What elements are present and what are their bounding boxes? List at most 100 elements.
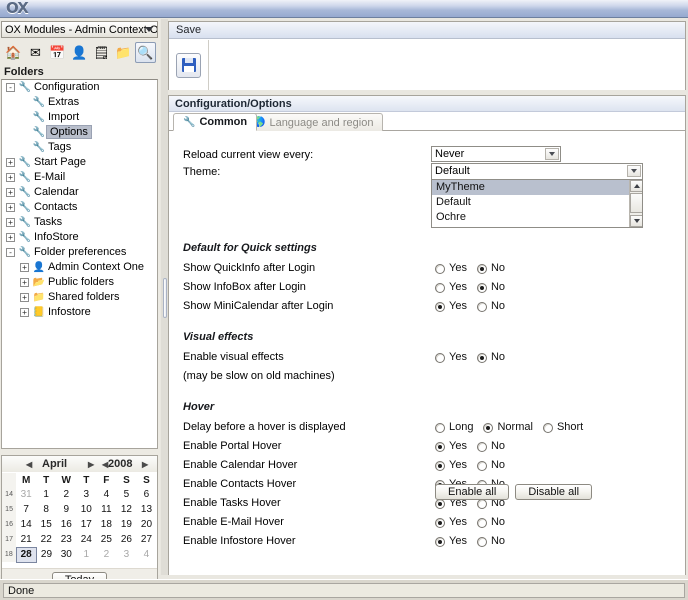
calendar-day[interactable]: 15 (36, 517, 56, 532)
radio-no[interactable]: No (476, 458, 505, 473)
tree-item-contacts[interactable]: + 🔧 Contacts (2, 200, 157, 215)
calendar-day[interactable]: 25 (96, 532, 116, 547)
tab-language-and-region[interactable]: 🌎 Language and region (243, 113, 384, 131)
tab-common[interactable]: 🔧 Common (173, 113, 258, 131)
radio-button[interactable] (476, 441, 487, 452)
calendar-day[interactable]: 4 (136, 547, 156, 562)
folder-tree[interactable]: - 🔧 Configuration 🔧 Extras 🔧 Import 🔧 Options 🔧 Ta… (1, 79, 158, 449)
radio-button[interactable] (435, 263, 445, 274)
module-context-selector[interactable]: OX Modules - Admin Context One (1, 21, 158, 38)
calendar-day[interactable]: 12 (116, 502, 136, 517)
tree-item-tasks[interactable]: + 🔧 Tasks (2, 215, 157, 230)
radio-button[interactable] (476, 517, 487, 528)
scroll-down-icon[interactable] (630, 215, 642, 227)
radio-button[interactable] (476, 352, 487, 363)
radio-button[interactable] (435, 536, 445, 547)
calendar-day[interactable]: 1 (76, 547, 96, 562)
email-icon[interactable]: ✉ (25, 42, 46, 63)
expand-icon[interactable]: + (6, 233, 15, 242)
radio-button[interactable] (435, 441, 445, 452)
radio-yes[interactable]: Yes (435, 439, 467, 454)
calendar-day[interactable]: 2 (96, 547, 116, 562)
radio-yes[interactable]: Yes (435, 261, 467, 276)
radio-button[interactable] (435, 498, 445, 509)
calendar-day[interactable]: 10 (76, 502, 96, 517)
enable-all-button[interactable]: Enable all (435, 484, 510, 500)
radio-button[interactable] (476, 301, 487, 312)
expand-icon[interactable]: + (6, 218, 15, 227)
radio-no[interactable]: No (476, 280, 505, 295)
expand-icon[interactable]: + (20, 308, 29, 317)
radio-button[interactable] (476, 263, 487, 274)
calendar-day[interactable]: 7 (16, 502, 36, 517)
portal-icon[interactable]: 🏠 (3, 42, 24, 63)
radio-button[interactable] (435, 352, 445, 363)
collapse-icon[interactable]: - (6, 83, 15, 92)
tree-item-admin-context-one[interactable]: + 👤 Admin Context One (2, 260, 157, 275)
calendar-day[interactable]: 17 (76, 517, 96, 532)
tree-item-extras[interactable]: 🔧 Extras (2, 95, 157, 110)
calendar-day[interactable]: 16 (56, 517, 76, 532)
calendar-day[interactable]: 3 (116, 547, 136, 562)
radio-long[interactable]: Long (435, 420, 473, 435)
radio-button[interactable] (435, 460, 445, 471)
radio-button[interactable] (476, 536, 487, 547)
calendar-day[interactable]: 8 (36, 502, 56, 517)
calendar-day[interactable]: 27 (136, 532, 156, 547)
calendar-day[interactable]: 24 (76, 532, 96, 547)
calendar-day[interactable]: 13 (136, 502, 156, 517)
scroll-up-icon[interactable] (630, 180, 642, 192)
mini-calendar-grid[interactable]: M T W T F S S 14 31 1 2 3 4 5 6 15 7 8 9 10 11 12 13 16 14 15 16 17… (2, 473, 157, 563)
contacts-icon[interactable]: 👤 (69, 42, 90, 63)
radio-yes[interactable]: Yes (435, 299, 467, 314)
calendar-day[interactable]: 11 (96, 502, 116, 517)
tree-item-infostore[interactable]: + 📒 Infostore (2, 305, 157, 320)
tree-item-calendar[interactable]: + 🔧 Calendar (2, 185, 157, 200)
radio-normal[interactable]: Normal (483, 420, 533, 435)
chevron-down-icon[interactable] (545, 148, 559, 160)
sidebar-splitter-grip[interactable] (163, 278, 167, 318)
radio-yes[interactable]: Yes (435, 458, 467, 473)
radio-button[interactable] (476, 282, 487, 293)
reload-interval-select[interactable]: Never (431, 146, 561, 162)
week-number[interactable]: 15 (2, 502, 17, 517)
radio-no[interactable]: No (476, 261, 505, 276)
calendar-day[interactable]: 1 (36, 487, 56, 502)
radio-yes[interactable]: Yes (435, 350, 467, 365)
tasks-icon[interactable]: 🗒 (91, 42, 112, 63)
tree-item-start-page[interactable]: + 🔧 Start Page (2, 155, 157, 170)
save-toolbar-tab[interactable]: Save (176, 24, 201, 36)
radio-button[interactable] (476, 460, 487, 471)
theme-option-list[interactable]: MyTheme Default Ochre (432, 180, 642, 225)
week-number[interactable]: 14 (2, 487, 17, 502)
theme-dropdown-scrollbar[interactable] (629, 180, 642, 227)
save-button[interactable] (176, 52, 201, 78)
expand-icon[interactable]: + (6, 173, 15, 182)
radio-no[interactable]: No (476, 439, 505, 454)
calendar-day[interactable]: 31 (16, 487, 36, 502)
theme-option-ochre[interactable]: Ochre (432, 210, 642, 225)
radio-button[interactable] (435, 282, 445, 293)
calendar-day[interactable]: 30 (56, 547, 76, 562)
theme-option-mytheme[interactable]: MyTheme (432, 180, 642, 195)
tree-item-import[interactable]: 🔧 Import (2, 110, 157, 125)
radio-button[interactable] (476, 498, 487, 509)
week-number[interactable]: 17 (2, 532, 17, 547)
radio-yes[interactable]: Yes (435, 515, 467, 530)
mini-calendar[interactable]: ◀ April ▶ ◀ 2008 ▶ M T W T F S S 14 31 1 2 3 4 5 6 15 7 8… (1, 455, 158, 591)
tree-item-public-folders[interactable]: + 📂 Public folders (2, 275, 157, 290)
infostore-icon[interactable]: 📁 (113, 42, 134, 63)
calendar-day[interactable]: 26 (116, 532, 136, 547)
radio-short[interactable]: Short (542, 420, 583, 435)
tree-item-options[interactable]: 🔧 Options (2, 125, 157, 140)
tree-item-tags[interactable]: 🔧 Tags (2, 140, 157, 155)
radio-yes[interactable]: Yes (435, 534, 467, 549)
radio-no[interactable]: No (476, 299, 505, 314)
radio-button[interactable] (435, 422, 445, 433)
scrollbar-thumb[interactable] (630, 193, 642, 213)
theme-option-default[interactable]: Default (432, 195, 642, 210)
next-year-arrow-icon[interactable]: ▶ (142, 460, 148, 469)
radio-button[interactable] (435, 517, 445, 528)
tree-item-shared-folders[interactable]: + 📁 Shared folders (2, 290, 157, 305)
radio-button[interactable] (542, 422, 553, 433)
